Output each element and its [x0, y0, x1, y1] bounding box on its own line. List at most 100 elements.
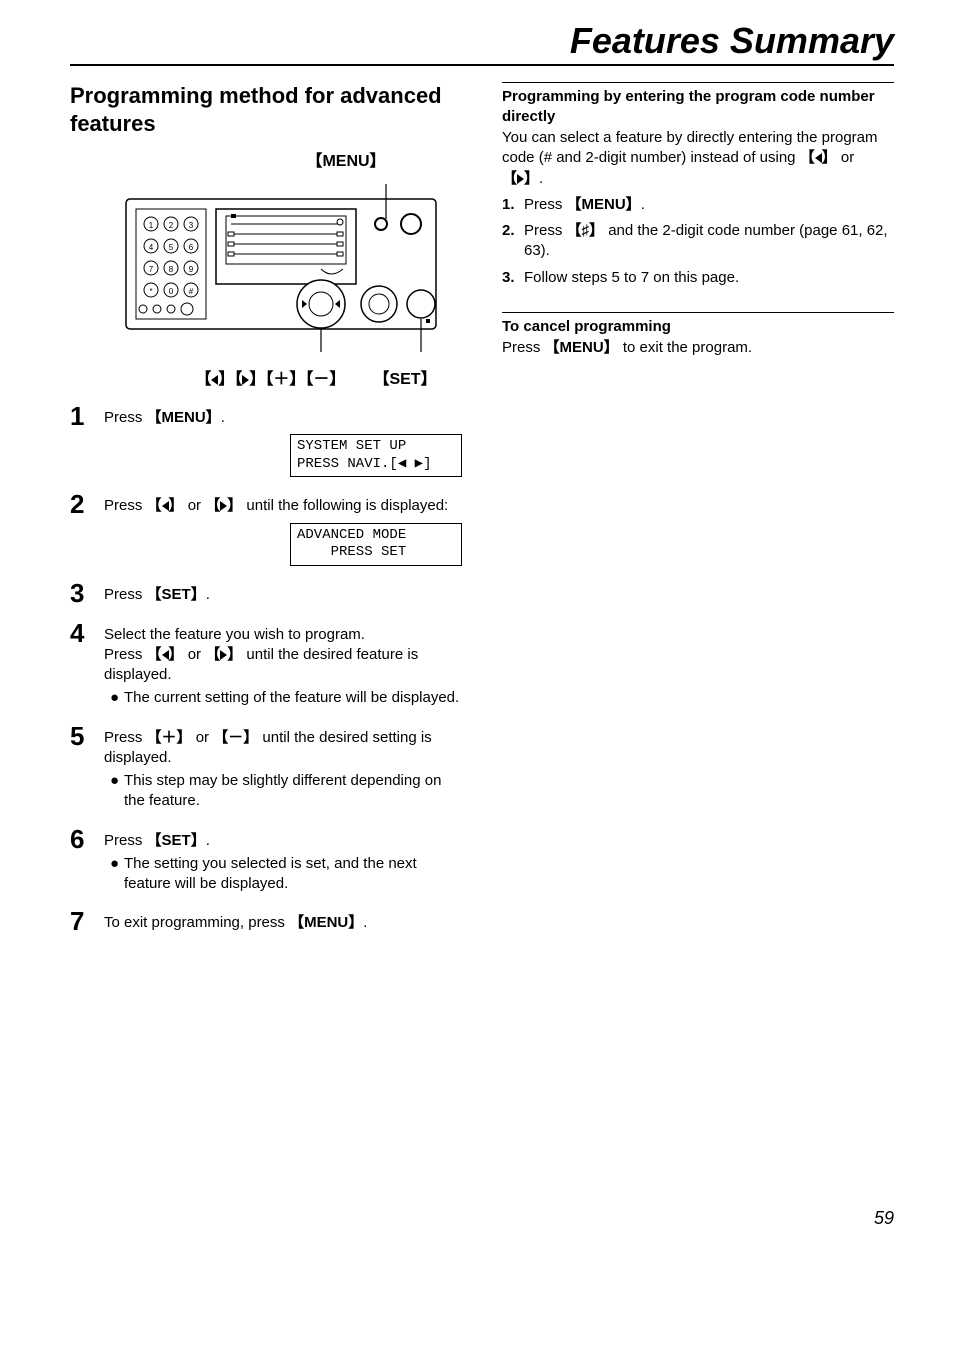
- svg-text:7: 7: [149, 265, 154, 274]
- left-column: Programming method for advanced features…: [70, 82, 462, 948]
- bullet-dot: ●: [110, 688, 124, 708]
- diagram-label-navkeys: 【】【】【＋】【－】: [195, 365, 345, 389]
- step-bullet: ● The setting you selected is set, and t…: [110, 854, 462, 895]
- page-number: 59: [70, 1208, 894, 1229]
- step-body: Press 【SET】. ● The setting you selected …: [104, 826, 462, 895]
- svg-text:#: #: [189, 287, 194, 296]
- rule: [502, 312, 894, 313]
- t: To exit programming, press: [104, 914, 289, 931]
- bullet-text: The current setting of the feature will …: [124, 688, 459, 708]
- minus-key: 【－】: [213, 729, 258, 746]
- plus-key: 【＋】: [147, 729, 192, 746]
- bullet-dot: ●: [110, 854, 124, 895]
- step-body: Select the feature you wish to program. …: [104, 620, 462, 709]
- step-number: 1: [70, 403, 104, 477]
- step-7: 7 To exit programming, press 【MENU】.: [70, 908, 462, 934]
- right-subhead-2: To cancel programming: [502, 317, 894, 337]
- hash-key: 【♯】: [567, 222, 605, 239]
- fax-machine-illustration: 1 2 3 4 5 6 7 8 9 * 0 #: [121, 174, 441, 359]
- right-arrow-key: 【】: [502, 170, 539, 187]
- step-number: 4: [70, 620, 104, 709]
- svg-text:4: 4: [149, 243, 154, 252]
- columns: Programming method for advanced features…: [70, 82, 894, 948]
- lcd-display: ADVANCED MODE PRESS SET: [290, 523, 462, 566]
- page: Features Summary Programming method for …: [0, 0, 954, 1269]
- t: Press: [524, 196, 567, 213]
- device-diagram: 【MENU】 1 2 3: [100, 147, 462, 389]
- right-para-1: You can select a feature by directly ent…: [502, 128, 894, 189]
- svg-text:*: *: [149, 287, 152, 296]
- t: Press: [104, 832, 147, 849]
- ol-num: 1.: [502, 195, 524, 215]
- steps-list: 1 Press 【MENU】. SYSTEM SET UP PRESS NAVI…: [70, 403, 462, 934]
- step-line2: Press 【】 or 【】 until the desired feature…: [104, 645, 462, 686]
- bullet-text: This step may be slightly different depe…: [124, 771, 462, 812]
- step-text-suffix: .: [221, 409, 225, 426]
- t: to exit the program.: [619, 339, 752, 356]
- t: .: [206, 832, 210, 849]
- left-arrow-key: 【】: [147, 646, 184, 663]
- set-key: 【SET】: [147, 586, 206, 603]
- right-column: Programming by entering the program code…: [502, 82, 894, 948]
- svg-text:9: 9: [189, 265, 194, 274]
- ol-num: 3.: [502, 268, 524, 288]
- diagram-bottom-labels: 【】【】【＋】【－】 【SET】: [170, 365, 462, 389]
- lcd-display: SYSTEM SET UP PRESS NAVI.[◀ ▶]: [290, 434, 462, 477]
- t: Press: [104, 729, 147, 746]
- svg-text:1: 1: [149, 221, 154, 230]
- right-para-2: Press 【MENU】 to exit the program.: [502, 338, 894, 358]
- lcd-wrap: SYSTEM SET UP PRESS NAVI.[◀ ▶]: [104, 434, 462, 477]
- left-arrow-key: 【】: [147, 497, 184, 514]
- step-body: Press 【】 or 【】 until the following is di…: [104, 491, 462, 565]
- ol-item-2: 2. Press 【♯】 and the 2-digit code number…: [502, 221, 894, 262]
- ol-item-3: 3. Follow steps 5 to 7 on this page.: [502, 268, 894, 288]
- t: .: [363, 914, 367, 931]
- step-bullet: ● This step may be slightly different de…: [110, 771, 462, 812]
- step-line: Select the feature you wish to program.: [104, 625, 462, 645]
- right-arrow-key: 【】: [205, 497, 242, 514]
- step-body: Press 【SET】.: [104, 580, 462, 606]
- bullet-text: The setting you selected is set, and the…: [124, 854, 462, 895]
- step-number: 7: [70, 908, 104, 934]
- step-bullet: ● The current setting of the feature wil…: [110, 688, 462, 708]
- step-1: 1 Press 【MENU】. SYSTEM SET UP PRESS NAVI…: [70, 403, 462, 477]
- t: Press: [104, 646, 147, 663]
- page-title: Features Summary: [70, 20, 894, 66]
- step-suffix: .: [206, 586, 210, 603]
- step-number: 6: [70, 826, 104, 895]
- menu-key: 【MENU】: [147, 409, 221, 426]
- ol-body: Press 【MENU】.: [524, 195, 645, 215]
- svg-text:5: 5: [169, 243, 174, 252]
- t: or: [837, 149, 855, 166]
- step-mid: or: [184, 497, 206, 514]
- ol-item-1: 1. Press 【MENU】.: [502, 195, 894, 215]
- section-heading: Programming method for advanced features: [70, 82, 462, 137]
- step-text: Press: [104, 497, 147, 514]
- step-body: Press 【＋】 or 【－】 until the desired setti…: [104, 723, 462, 812]
- step-5: 5 Press 【＋】 or 【－】 until the desired set…: [70, 723, 462, 812]
- t: .: [539, 170, 543, 187]
- diagram-label-set: 【SET】: [373, 365, 436, 389]
- step-6: 6 Press 【SET】. ● The setting you selecte…: [70, 826, 462, 895]
- svg-text:6: 6: [189, 243, 194, 252]
- set-key: 【SET】: [147, 832, 206, 849]
- svg-text:3: 3: [189, 221, 194, 230]
- t: or: [184, 646, 206, 663]
- right-arrow-key: 【】: [205, 646, 242, 663]
- diagram-label-menu: 【MENU】: [230, 147, 462, 171]
- step-body: To exit programming, press 【MENU】.: [104, 908, 462, 934]
- right-subhead-1: Programming by entering the program code…: [502, 87, 894, 126]
- step-number: 2: [70, 491, 104, 565]
- bullet-dot: ●: [110, 771, 124, 812]
- step-4: 4 Select the feature you wish to program…: [70, 620, 462, 709]
- step-body: Press 【MENU】. SYSTEM SET UP PRESS NAVI.[…: [104, 403, 462, 477]
- step-3: 3 Press 【SET】.: [70, 580, 462, 606]
- t: Press: [502, 339, 545, 356]
- step-number: 3: [70, 580, 104, 606]
- menu-key: 【MENU】: [567, 196, 641, 213]
- step-text: Press: [104, 586, 147, 603]
- svg-text:0: 0: [169, 287, 174, 296]
- ol-body: Press 【♯】 and the 2-digit code number (p…: [524, 221, 894, 262]
- step-number: 5: [70, 723, 104, 812]
- t: .: [641, 196, 645, 213]
